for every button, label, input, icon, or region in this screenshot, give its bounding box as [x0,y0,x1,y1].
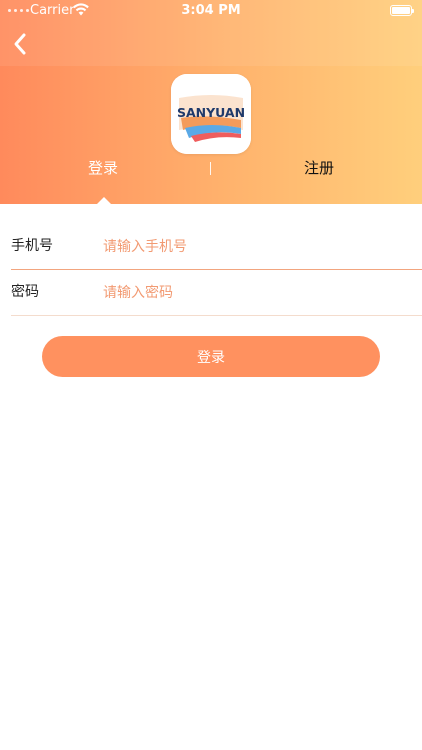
password-label: 密码 [11,284,39,300]
phone-label: 手机号 [11,238,53,254]
active-tab-indicator [97,197,111,204]
phone-row: 手机号 [11,224,422,270]
password-row: 密码 [11,270,422,316]
phone-input[interactable] [103,232,403,262]
tab-login[interactable]: 登录 [48,156,158,180]
back-button[interactable] [6,28,34,60]
login-screen: Carrier 3:04 PM SANYUAN 登录 注册 手机号 请输入手机号… [0,0,422,750]
login-button[interactable]: 登录 [42,336,380,377]
tab-divider [210,162,211,175]
status-time: 3:04 PM [181,3,241,18]
tab-register[interactable]: 注册 [264,156,374,180]
logo-text: SANYUAN [177,105,245,120]
header-banner: Carrier 3:04 PM SANYUAN 登录 注册 [0,0,422,204]
status-bar: Carrier 3:04 PM [0,0,422,22]
password-input[interactable] [103,278,403,308]
chevron-left-icon [14,33,26,55]
sanyuan-logo-icon: SANYUAN [171,74,251,154]
app-logo: SANYUAN [171,74,251,154]
battery-icon [390,5,414,16]
